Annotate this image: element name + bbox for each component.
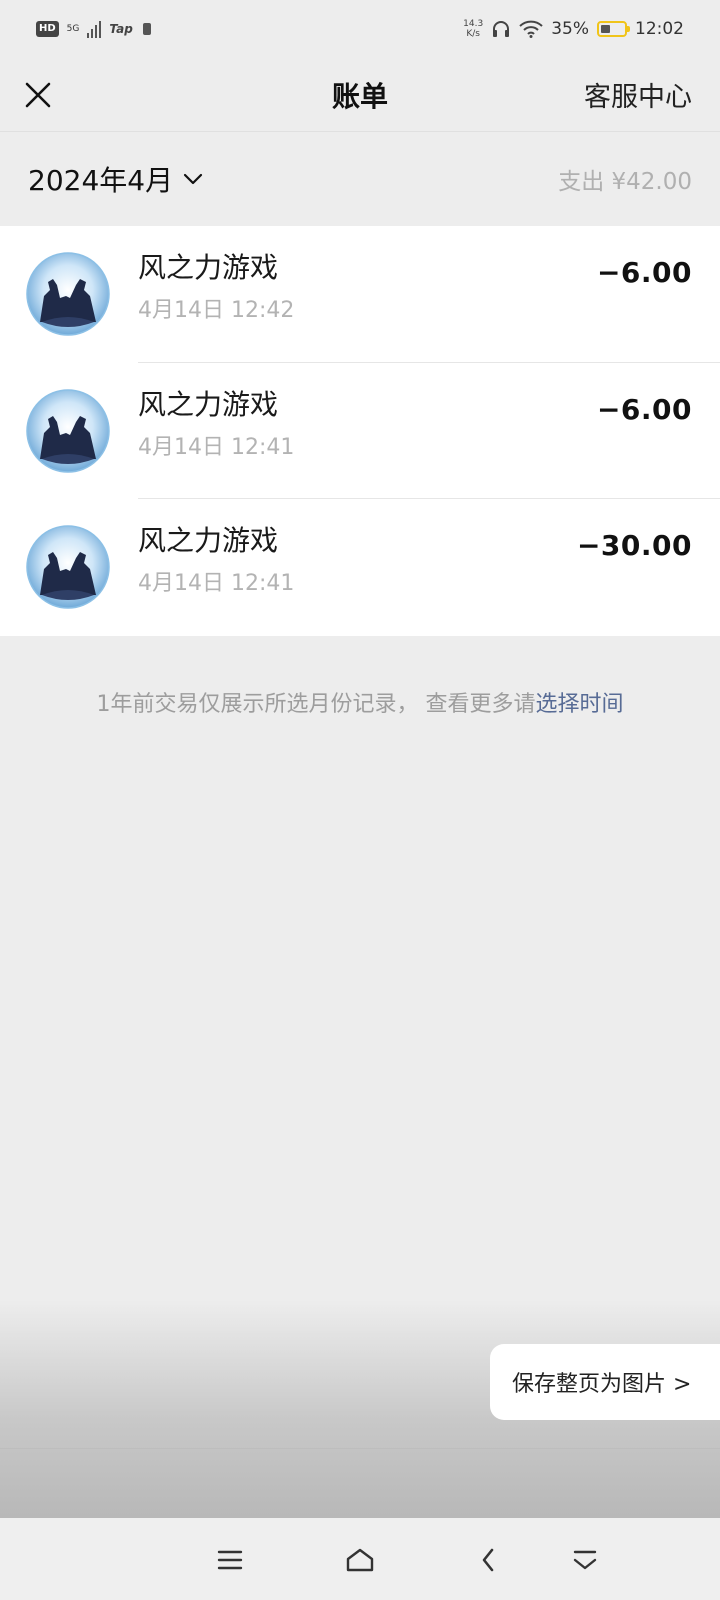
- divider: [0, 1448, 720, 1449]
- close-icon: [25, 82, 51, 107]
- header: 账单 客服中心: [0, 58, 720, 132]
- month-selector[interactable]: 2024年4月: [28, 159, 203, 199]
- status-right: 14.3 K/s 35% 12:02: [463, 19, 684, 39]
- back-button[interactable]: [466, 1538, 510, 1582]
- month-bar: 2024年4月 支出 ¥42.00: [0, 132, 720, 226]
- battery-icon: [597, 21, 630, 37]
- transaction-time: 4月14日 12:41: [138, 434, 295, 460]
- history-note: 1年前交易仅展示所选月份记录， 查看更多请选择时间: [0, 686, 720, 718]
- merchant-name: 风之力游戏: [138, 524, 279, 558]
- menu-icon: [217, 1550, 243, 1570]
- collapse-button[interactable]: [563, 1538, 607, 1582]
- battery-percent: 35%: [551, 19, 589, 39]
- close-button[interactable]: [20, 77, 56, 113]
- wifi-icon: [519, 20, 543, 38]
- merchant-name: 风之力游戏: [138, 387, 279, 421]
- transaction-row[interactable]: 风之力游戏 4月14日 12:41 −30.00: [0, 499, 720, 636]
- transaction-amount: −6.00: [596, 256, 692, 289]
- transaction-row[interactable]: 风之力游戏 4月14日 12:41 −6.00: [0, 363, 720, 500]
- game-avatar-icon: [26, 388, 110, 473]
- transaction-info: 风之力游戏 4月14日 12:41: [138, 385, 294, 463]
- menu-button[interactable]: [208, 1538, 252, 1582]
- clock: 12:02: [635, 19, 684, 39]
- transaction-time: 4月14日 12:42: [138, 298, 295, 323]
- select-time-link[interactable]: 选择时间: [535, 692, 623, 717]
- back-icon: [482, 1548, 494, 1572]
- network-speed: 14.3 K/s: [463, 19, 483, 39]
- tap-icon: Tap: [109, 22, 133, 36]
- game-avatar-icon: [26, 252, 110, 336]
- history-note-text: 1年前交易仅展示所选月份记录， 查看更多请: [96, 692, 536, 717]
- home-button[interactable]: [338, 1538, 382, 1582]
- signal-icon: [87, 20, 102, 38]
- save-page-as-image-button[interactable]: 保存整页为图片 >: [490, 1344, 720, 1420]
- transaction-info: 风之力游戏 4月14日 12:41: [138, 521, 294, 599]
- headphones-icon: [493, 21, 510, 37]
- system-nav-bar: [0, 1518, 720, 1600]
- game-avatar-icon: [26, 525, 110, 609]
- lock-icon: [142, 23, 151, 35]
- hd-badge: HD: [36, 21, 59, 37]
- transaction-time: 4月14日 12:41: [138, 571, 295, 597]
- customer-service-button[interactable]: 客服中心: [584, 75, 692, 114]
- merchant-name: 风之力游戏: [138, 251, 279, 284]
- monthly-total: 支出 ¥42.00: [558, 169, 692, 195]
- collapse-icon: [573, 1550, 597, 1570]
- transaction-amount: −6.00: [596, 392, 692, 426]
- network-speed-value: 14.3: [463, 19, 484, 29]
- chevron-down-icon: [183, 173, 203, 185]
- status-bar: HD 5G Tap 14.3 K/s 35% 12:02: [0, 0, 720, 58]
- transaction-list: 风之力游戏 4月14日 12:42 −6.00 风之力游戏 4月14日 12:4…: [0, 226, 720, 636]
- network-type: 5G: [66, 23, 80, 34]
- status-left: HD 5G Tap: [36, 20, 151, 38]
- home-icon: [346, 1548, 374, 1572]
- transaction-info: 风之力游戏 4月14日 12:42: [138, 248, 294, 326]
- month-label: 2024年4月: [28, 164, 174, 197]
- transaction-row[interactable]: 风之力游戏 4月14日 12:42 −6.00: [0, 226, 720, 363]
- network-speed-unit: K/s: [466, 29, 480, 39]
- transaction-amount: −30.00: [576, 529, 692, 563]
